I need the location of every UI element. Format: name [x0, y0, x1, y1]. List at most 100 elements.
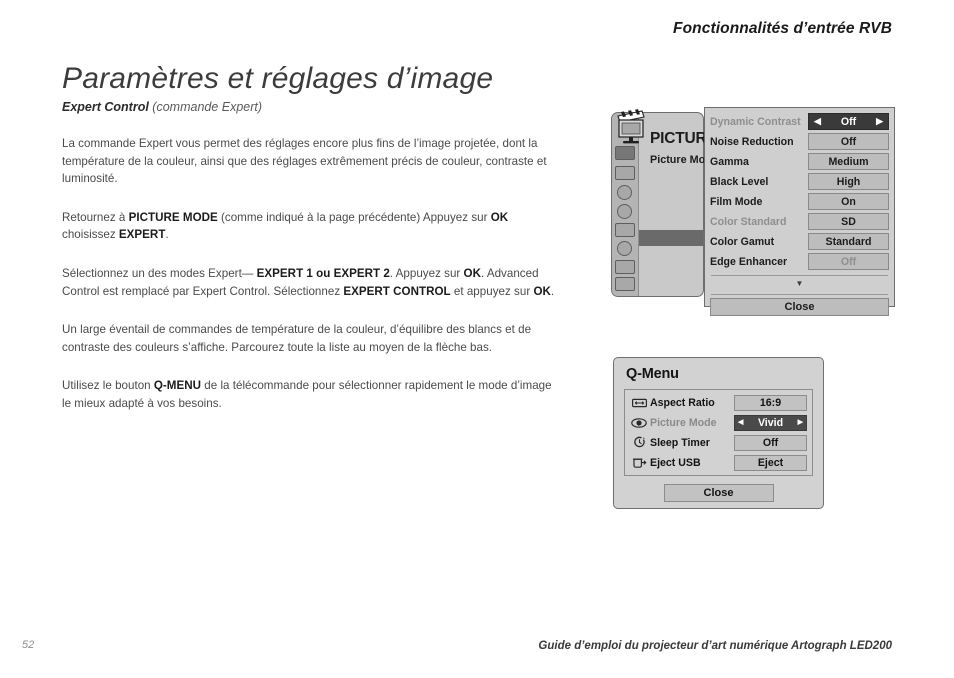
osd-value-gamma[interactable]: Medium — [808, 153, 889, 170]
osd-row-gamma[interactable]: Gamma Medium — [710, 152, 889, 171]
p3-text-c: . Appuyez sur — [389, 266, 464, 280]
sleep-timer-icon — [630, 436, 648, 450]
time-icon[interactable] — [617, 204, 632, 219]
p3-bold-expert-1-2: EXPERT 1 ou EXPERT 2 — [256, 266, 390, 280]
qmenu-row-aspect-ratio[interactable]: Aspect Ratio 16:9 — [630, 394, 807, 411]
arrow-right-icon[interactable]: ▶ — [798, 419, 803, 426]
p2-text-c: (comme indiqué à la page précédente) App… — [217, 210, 491, 224]
p5-text-a: Utilisez le bouton — [62, 379, 154, 393]
osd-menu-title: PICTURE — [650, 130, 706, 147]
section-heading-italic: (commande Expert) — [152, 100, 263, 114]
p2-bold-expert: EXPERT — [118, 228, 166, 242]
p3-text-e: et appuyez sur — [450, 284, 534, 298]
osd-picture-sidebar: PICTURE Picture Mod — [611, 109, 706, 297]
p3-bold-ok-1: OK — [463, 266, 481, 280]
osd-sidebar-highlight-bar — [639, 230, 703, 246]
p3-text-a: Sélectionnez un des modes Expert— — [62, 266, 257, 280]
qmenu-row-picture-mode[interactable]: Picture Mode ◀ Vivid ▶ — [630, 414, 807, 431]
section-heading-bold: Expert Control — [62, 100, 149, 114]
paragraph-expert-modes: Sélectionnez un des modes Expert— EXPERT… — [62, 265, 562, 300]
osd-close-button[interactable]: Close — [710, 298, 889, 316]
p2-text-d: choisissez — [62, 228, 119, 242]
osd-value-black-level[interactable]: High — [808, 173, 889, 190]
qmenu-label-eject-usb: Eject USB — [650, 456, 701, 469]
qmenu-close-wrapper: Close — [624, 484, 813, 502]
section-heading: Expert Control (commande Expert) — [62, 100, 562, 115]
document-page: Fonctionnalités d’entrée RVB Paramètres … — [0, 0, 954, 678]
osd-label-film-mode: Film Mode — [710, 195, 763, 208]
osd-value-edge-enhancer[interactable]: Off — [808, 253, 889, 270]
qmenu-label-picture-mode: Picture Mode — [650, 416, 717, 429]
qmenu-panel: Q-Menu Aspect Ratio 16:9 Picture Mode ◀ … — [613, 357, 824, 509]
page-title: Paramètres et réglages d’image — [62, 62, 494, 96]
osd-label-gamma: Gamma — [710, 155, 749, 168]
osd-row-color-standard[interactable]: Color Standard SD — [710, 212, 889, 231]
usb-icon[interactable] — [615, 277, 635, 291]
osd-picture-menu: PICTURE Picture Mod Dynamic Contrast ◀ O… — [611, 107, 895, 316]
osd-row-noise-reduction[interactable]: Noise Reduction Off — [710, 132, 889, 151]
osd-label-color-gamut: Color Gamut — [710, 235, 775, 248]
eye-icon — [630, 416, 648, 430]
qmenu-label-aspect-ratio: Aspect Ratio — [650, 396, 715, 409]
paragraph-picture-mode: Retournez à PICTURE MODE (comme indiqué … — [62, 209, 562, 244]
osd-submenu-label: Picture Mod — [650, 154, 706, 166]
osd-row-color-gamut[interactable]: Color Gamut Standard — [710, 232, 889, 251]
aspect-ratio-icon — [630, 396, 648, 410]
body-column: Expert Control (commande Expert) La comm… — [62, 100, 562, 434]
audio-icon[interactable] — [617, 185, 632, 200]
paragraph-intro-text: La commande Expert vous permet des régla… — [62, 137, 547, 186]
tv-clapperboard-icon — [617, 109, 645, 144]
paragraph-color-controls: Un large éventail de commandes de tempér… — [62, 321, 562, 356]
p2-text-e: . — [165, 228, 169, 242]
osd-separator-2 — [711, 294, 888, 295]
p2-bold-picture-mode: PICTURE MODE — [128, 210, 218, 224]
input-icon[interactable] — [615, 260, 635, 274]
p2-text-a: Retournez à — [62, 210, 129, 224]
osd-value-noise-reduction[interactable]: Off — [808, 133, 889, 150]
osd-row-film-mode[interactable]: Film Mode On — [710, 192, 889, 211]
p5-bold-qmenu: Q-MENU — [153, 379, 202, 393]
qmenu-value-text: Vivid — [757, 416, 784, 429]
qmenu-row-sleep-timer[interactable]: Sleep Timer Off — [630, 434, 807, 451]
running-head: Fonctionnalités d’entrée RVB — [673, 20, 892, 37]
option-icon[interactable] — [617, 241, 632, 256]
osd-row-edge-enhancer[interactable]: Edge Enhancer Off — [710, 252, 889, 271]
osd-value-color-standard[interactable]: SD — [808, 213, 889, 230]
footer-title: Guide d’emploi du projecteur d’art numér… — [538, 640, 892, 652]
scroll-down-icon[interactable]: ▼ — [710, 276, 889, 290]
page-number: 52 — [22, 639, 35, 651]
osd-label-dynamic-contrast: Dynamic Contrast — [710, 115, 801, 128]
osd-value-film-mode[interactable]: On — [808, 193, 889, 210]
qmenu-title: Q-Menu — [626, 366, 679, 382]
osd-picture-options-panel: Dynamic Contrast ◀ Off ▶ Noise Reduction… — [704, 107, 895, 316]
paragraph-qmenu: Utilisez le bouton Q-MENU de la télécomm… — [62, 377, 562, 412]
osd-label-color-standard: Color Standard — [710, 215, 787, 228]
osd-label-noise-reduction: Noise Reduction — [710, 135, 794, 148]
qmenu-value-sleep-timer[interactable]: Off — [734, 434, 807, 451]
qmenu-options-box: Aspect Ratio 16:9 Picture Mode ◀ Vivid ▶ — [624, 389, 813, 476]
arrow-left-icon[interactable]: ◀ — [814, 117, 821, 126]
osd-value-dynamic-contrast[interactable]: ◀ Off ▶ — [808, 113, 889, 130]
qmenu-value-picture-mode[interactable]: ◀ Vivid ▶ — [734, 414, 807, 431]
osd-label-edge-enhancer: Edge Enhancer — [710, 255, 788, 268]
eject-usb-icon — [630, 456, 648, 470]
osd-row-black-level[interactable]: Black Level High — [710, 172, 889, 191]
osd-label-black-level: Black Level — [710, 175, 769, 188]
p4-text: Un large éventail de commandes de tempér… — [62, 323, 532, 354]
arrow-right-icon[interactable]: ▶ — [876, 117, 883, 126]
p3-text-f: . — [550, 284, 555, 298]
qmenu-label-sleep-timer: Sleep Timer — [650, 436, 710, 449]
qmenu-close-button[interactable]: Close — [663, 484, 774, 502]
qmenu-value-aspect-ratio[interactable]: 16:9 — [734, 394, 807, 411]
p2-bold-ok: OK — [490, 210, 509, 224]
screen-icon[interactable] — [615, 166, 635, 180]
p3-bold-ok-2: OK — [533, 284, 551, 298]
paragraph-intro: La commande Expert vous permet des régla… — [62, 135, 562, 188]
osd-value-color-gamut[interactable]: Standard — [808, 233, 889, 250]
osd-value-text: Off — [840, 115, 857, 128]
qmenu-row-eject-usb[interactable]: Eject USB Eject — [630, 454, 807, 471]
lock-icon[interactable] — [615, 223, 635, 237]
osd-row-dynamic-contrast[interactable]: Dynamic Contrast ◀ Off ▶ — [710, 112, 889, 131]
picture-icon[interactable] — [615, 146, 635, 160]
qmenu-value-eject-usb[interactable]: Eject — [734, 454, 807, 471]
